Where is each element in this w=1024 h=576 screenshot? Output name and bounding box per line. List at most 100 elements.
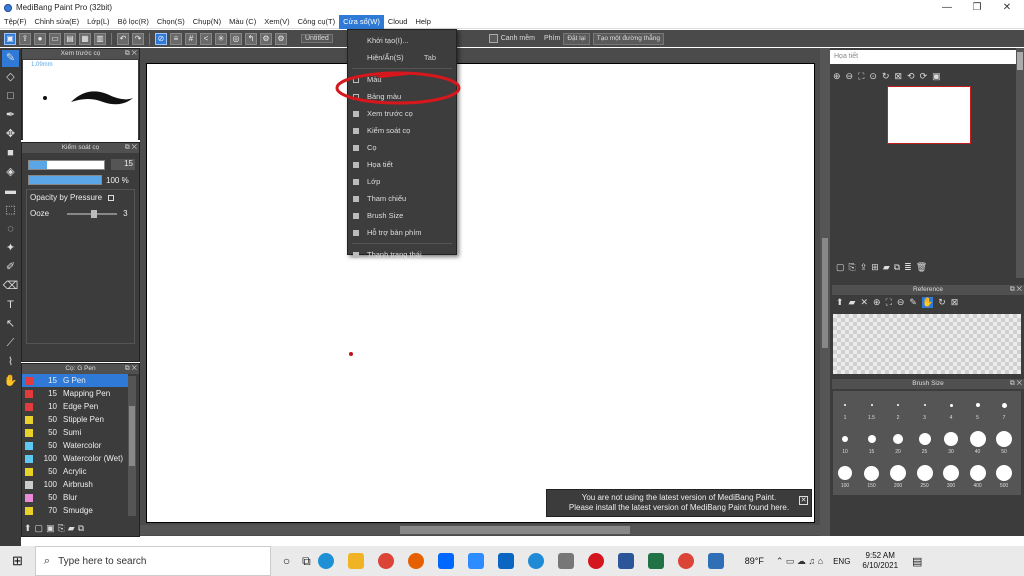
snap-parallel-icon[interactable]: ≡ (170, 32, 182, 45)
horizontal-scrollbar[interactable] (140, 525, 830, 535)
brush-size-dot[interactable] (842, 436, 848, 442)
excel-icon[interactable] (647, 553, 664, 569)
menu-capture[interactable]: Chụp(N) (189, 15, 225, 29)
open-file-icon[interactable]: ⇪ (19, 32, 31, 45)
dot-tool-icon[interactable]: □ (2, 88, 19, 105)
chrome-icon[interactable] (377, 553, 394, 569)
menu-option-toggle[interactable]: Hiện/Ẩn(S) Tab (348, 49, 456, 66)
brush-tool-icon[interactable]: ✎ (2, 50, 19, 67)
hand-tool-icon[interactable]: ✋ (2, 373, 19, 390)
navigator-thumbnail[interactable] (887, 86, 971, 144)
temperature[interactable]: 89°F (745, 556, 764, 566)
menu-help[interactable]: Help (411, 15, 434, 29)
brush-size-dot[interactable] (944, 432, 958, 446)
size-slider[interactable] (28, 159, 106, 170)
brush-size-dot[interactable] (864, 465, 879, 481)
snap-circle-icon[interactable]: ◎ (230, 32, 242, 45)
language-indicator[interactable]: ENG (833, 557, 850, 566)
reference-folder-icon[interactable]: ▰ (849, 297, 856, 308)
firefox-icon[interactable] (407, 553, 424, 569)
brush-list-item[interactable]: 100 Watercolor (Wet) (22, 452, 128, 465)
menu-color[interactable]: Màu (C) (225, 15, 260, 29)
zalo-icon[interactable] (437, 553, 454, 569)
panel-close-icon[interactable]: ⧉ ✕ (125, 143, 137, 153)
brush-list-item[interactable]: 50 Sumi (22, 426, 128, 439)
menu-layer[interactable]: Lớp(L) (83, 15, 113, 29)
brush-list-item[interactable]: 50 Stipple Pen (22, 413, 128, 426)
reference-zoomout-icon[interactable]: ⊖ (897, 297, 905, 308)
zoom-icon[interactable]: ⊙ (869, 71, 877, 83)
menu-option-material[interactable]: Họa tiết (348, 156, 456, 173)
brush-size-dot[interactable] (890, 465, 906, 481)
brush-size-dot[interactable] (893, 434, 903, 444)
navigator-settings-icon[interactable]: ▣ (932, 71, 941, 83)
menu-option-reference[interactable]: Tham chiếu (348, 190, 456, 207)
select-pen-icon[interactable]: ✐ (2, 259, 19, 276)
select-eraser-icon[interactable]: ⌫ (2, 278, 19, 295)
brush-add-icon[interactable]: ⬆ (24, 523, 32, 534)
menu-window[interactable]: Cửa sổ(W) (339, 14, 384, 29)
calculator-icon[interactable] (557, 553, 574, 569)
operation-tool-icon[interactable]: ↖ (2, 316, 19, 333)
brush-size-dot[interactable] (1001, 402, 1007, 408)
brush-new-icon[interactable]: ▢ (35, 523, 44, 534)
notification-close-icon[interactable]: ✕ (799, 496, 808, 505)
opacity-slider[interactable] (28, 175, 102, 185)
comment-icon[interactable]: ▭ (49, 32, 61, 45)
menu-edit[interactable]: Chỉnh sửa(E) (31, 15, 84, 29)
panel-close-icon[interactable]: ⧉ ✕ (1010, 379, 1022, 389)
brush-size-dot[interactable] (867, 435, 876, 443)
reference-close-icon[interactable]: ✕ (860, 297, 868, 308)
brush-menu-icon[interactable]: ▣ (46, 523, 55, 534)
brush-size-dot[interactable] (923, 404, 926, 406)
reference-rotate-icon[interactable]: ↻ (938, 297, 946, 308)
brush-size-dot[interactable] (996, 431, 1012, 447)
layer-copy-icon[interactable]: ⎘ (849, 262, 856, 273)
reset-button[interactable]: Đặt lại (563, 32, 590, 45)
pressure-checkbox[interactable] (108, 194, 115, 201)
layer-import-icon[interactable]: ⇪ (860, 262, 868, 273)
gradient-tool-icon[interactable]: ▬ (2, 183, 19, 200)
zoom-icon[interactable] (467, 553, 484, 569)
brush-list-scrollbar[interactable] (128, 376, 136, 516)
task-view-icon[interactable]: ⧉ (302, 554, 311, 569)
update-notification[interactable]: You are not using the latest version of … (546, 489, 812, 517)
layer-folder-icon[interactable]: ▰ (883, 262, 890, 273)
redo-icon[interactable]: ↷ (132, 32, 144, 45)
menu-option-layer[interactable]: Lớp (348, 173, 456, 190)
menu-filter[interactable]: Bộ lọc(R) (114, 15, 153, 29)
brush-folder-icon[interactable]: ▰ (68, 523, 75, 534)
windows-start-icon[interactable]: ⊞ (12, 553, 23, 569)
snap-settings-icon[interactable]: ⚙ (275, 32, 287, 45)
menu-option-keyboard[interactable]: Hỗ trợ bàn phím (348, 224, 456, 241)
pen-tool-icon[interactable]: ✒ (2, 107, 19, 124)
medibang-icon[interactable] (707, 553, 724, 569)
size-value[interactable]: 15 (111, 159, 135, 170)
brush-list-item[interactable]: 15 Mapping Pen (22, 387, 128, 400)
notification-center-icon[interactable]: ▤ (912, 555, 922, 568)
menu-select[interactable]: Chọn(S) (153, 15, 189, 29)
snap-gear-icon[interactable]: ⚙ (260, 32, 272, 45)
layout-icon[interactable]: ▤ (64, 32, 76, 45)
taskbar-search-box[interactable]: ⌕ Type here to search (34, 546, 271, 576)
rotate-left-icon[interactable]: ⟲ (907, 71, 915, 83)
system-tray-icons[interactable]: ⌃ ▭ ☁ ♫ ⌂ (776, 556, 823, 567)
zoom-out-icon[interactable]: ⊖ (846, 71, 854, 83)
brush-size-dot[interactable] (943, 465, 959, 481)
panel-icon[interactable]: ▥ (94, 32, 106, 45)
reference-open-icon[interactable]: ⬆ (836, 297, 844, 308)
snap-grid-icon[interactable]: # (185, 32, 197, 45)
reference-hand-icon[interactable]: ✋ (921, 297, 934, 308)
brush-list-item[interactable]: 70 Smudge (22, 504, 128, 515)
menu-option-brush[interactable]: Cọ (348, 139, 456, 156)
brush-size-dot[interactable] (838, 466, 852, 480)
menu-tools[interactable]: Công cụ(T) (294, 15, 340, 29)
ooze-slider[interactable] (67, 209, 118, 218)
clock[interactable]: 9:52 AM 6/10/2021 (862, 551, 898, 571)
panel-close-icon[interactable]: ⧉ ✕ (125, 364, 137, 374)
panel-close-icon[interactable]: ⧉ ✕ (1010, 285, 1022, 295)
menu-view[interactable]: Xem(V) (260, 15, 293, 29)
move-tool-icon[interactable]: ✥ (2, 126, 19, 143)
rotate-right-icon[interactable]: ⟳ (920, 71, 928, 83)
right-scrollbar[interactable] (1016, 48, 1024, 278)
